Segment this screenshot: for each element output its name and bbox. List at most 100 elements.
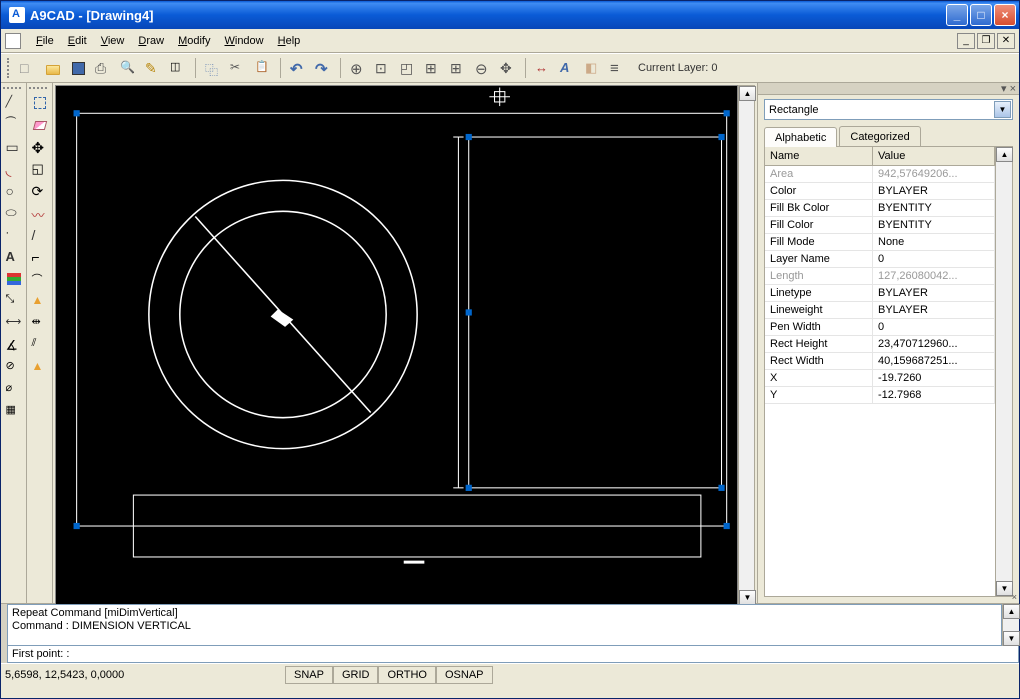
rectangle-tool[interactable]: [4, 137, 24, 157]
property-row[interactable]: Rect Height23,470712960...: [765, 336, 995, 353]
scroll-up-button[interactable]: ▲: [739, 86, 756, 101]
menu-modify[interactable]: Modify: [171, 32, 217, 50]
brush-tool[interactable]: [30, 203, 50, 223]
redo-button[interactable]: [312, 57, 334, 79]
property-row[interactable]: Area942,57649206...: [765, 166, 995, 183]
select-tool[interactable]: [30, 93, 50, 113]
properties-tb-button[interactable]: ◫: [167, 57, 189, 79]
slash-tool[interactable]: [30, 225, 50, 245]
print-button[interactable]: [92, 57, 114, 79]
zoom-all-button[interactable]: [422, 57, 444, 79]
property-row[interactable]: X-19.7260: [765, 370, 995, 387]
new-button[interactable]: [17, 57, 39, 79]
property-value[interactable]: 0: [873, 319, 995, 335]
property-value[interactable]: BYLAYER: [873, 302, 995, 318]
menu-view[interactable]: View: [94, 32, 132, 50]
scroll-down-button[interactable]: ▼: [1003, 631, 1020, 646]
property-value[interactable]: 40,159687251...: [873, 353, 995, 369]
scroll-track[interactable]: [996, 162, 1012, 581]
header-value[interactable]: Value: [873, 147, 995, 165]
document-icon[interactable]: [5, 33, 21, 49]
scroll-down-button[interactable]: ▼: [739, 590, 756, 605]
tab-alphabetic[interactable]: Alphabetic: [764, 127, 837, 147]
properties-vscroll[interactable]: ▲ ▼: [995, 147, 1012, 596]
dim-diameter-tool[interactable]: ⌀: [4, 379, 24, 399]
property-value[interactable]: 0: [873, 251, 995, 267]
property-row[interactable]: Fill ModeNone: [765, 234, 995, 251]
mdi-restore-button[interactable]: ❐: [977, 33, 995, 49]
zoom-prev-button[interactable]: [447, 57, 469, 79]
edit-button[interactable]: [142, 57, 164, 79]
block-tool[interactable]: [4, 401, 24, 421]
move-tool[interactable]: [30, 137, 50, 157]
menu-help[interactable]: Help: [271, 32, 308, 50]
paste-button[interactable]: [252, 57, 274, 79]
erase-tool[interactable]: [30, 115, 50, 135]
minimize-button[interactable]: _: [946, 4, 968, 26]
property-row[interactable]: Layer Name0: [765, 251, 995, 268]
command-vscroll[interactable]: ▲ ▼: [1002, 604, 1019, 646]
dim-radius-tool[interactable]: ⊘: [4, 357, 24, 377]
toolbar-grip[interactable]: [7, 58, 11, 78]
scroll-up-button[interactable]: ▲: [996, 147, 1013, 162]
property-row[interactable]: ColorBYLAYER: [765, 183, 995, 200]
canvas-vscroll[interactable]: ▲ ▼: [738, 85, 755, 606]
scroll-up-button[interactable]: ▲: [1003, 604, 1020, 619]
command-input[interactable]: First point: :: [7, 646, 1019, 663]
menu-window[interactable]: Window: [217, 32, 270, 50]
toolbar-grip[interactable]: [3, 87, 21, 91]
chevron-down-icon[interactable]: ▼: [994, 101, 1011, 118]
pan-button[interactable]: [497, 57, 519, 79]
status-ortho-toggle[interactable]: ORTHO: [378, 666, 436, 684]
maximize-button[interactable]: □: [970, 4, 992, 26]
property-value[interactable]: -19.7260: [873, 370, 995, 386]
cut-button[interactable]: [227, 57, 249, 79]
zoom-out-button[interactable]: [472, 57, 494, 79]
dim-angle-tool[interactable]: [4, 335, 24, 355]
status-osnap-toggle[interactable]: OSNAP: [436, 666, 493, 684]
menu-file[interactable]: File: [29, 32, 61, 50]
property-row[interactable]: Rect Width40,159687251...: [765, 353, 995, 370]
menu-draw[interactable]: Draw: [131, 32, 171, 50]
mdi-close-button[interactable]: ✕: [997, 33, 1015, 49]
property-value[interactable]: BYLAYER: [873, 183, 995, 199]
scroll-track[interactable]: [739, 101, 754, 590]
arc-tool[interactable]: [4, 159, 24, 179]
tab-categorized[interactable]: Categorized: [839, 126, 920, 146]
property-value[interactable]: BYLAYER: [873, 285, 995, 301]
property-row[interactable]: Length127,26080042...: [765, 268, 995, 285]
offset-tool[interactable]: ⫽: [30, 335, 50, 355]
property-value[interactable]: BYENTITY: [873, 217, 995, 233]
scale-tool[interactable]: [30, 159, 50, 179]
property-value[interactable]: -12.7968: [873, 387, 995, 403]
dim-horiz-tool[interactable]: [4, 313, 24, 333]
explode-tool[interactable]: [30, 291, 50, 311]
property-row[interactable]: Fill Bk ColorBYENTITY: [765, 200, 995, 217]
entity-type-combo[interactable]: Rectangle ▼: [764, 99, 1013, 120]
property-row[interactable]: LineweightBYLAYER: [765, 302, 995, 319]
text-tool[interactable]: [4, 247, 24, 267]
menu-edit[interactable]: Edit: [61, 32, 94, 50]
command-close-icon[interactable]: ×: [1012, 592, 1017, 602]
property-value[interactable]: BYENTITY: [873, 200, 995, 216]
close-button[interactable]: ×: [994, 4, 1016, 26]
break-tool[interactable]: [30, 357, 50, 377]
distance-button[interactable]: [532, 57, 554, 79]
dim-linear-tool[interactable]: ⤡: [4, 291, 24, 311]
property-row[interactable]: Fill ColorBYENTITY: [765, 217, 995, 234]
property-row[interactable]: Y-12.7968: [765, 387, 995, 404]
save-button[interactable]: [67, 57, 89, 79]
open-button[interactable]: [42, 57, 64, 79]
layers-button[interactable]: [607, 57, 629, 79]
line-tool[interactable]: [4, 93, 24, 113]
zoom-window-button[interactable]: [397, 57, 419, 79]
trim-tool[interactable]: [30, 247, 50, 267]
scroll-down-button[interactable]: ▼: [996, 581, 1013, 596]
find-button[interactable]: [117, 57, 139, 79]
mirror-tool[interactable]: ⇹: [30, 313, 50, 333]
circle-tool[interactable]: [4, 181, 24, 201]
property-value[interactable]: 942,57649206...: [873, 166, 995, 182]
status-grid-toggle[interactable]: GRID: [333, 666, 379, 684]
header-name[interactable]: Name: [765, 147, 873, 165]
fillet-tool[interactable]: [30, 269, 50, 289]
